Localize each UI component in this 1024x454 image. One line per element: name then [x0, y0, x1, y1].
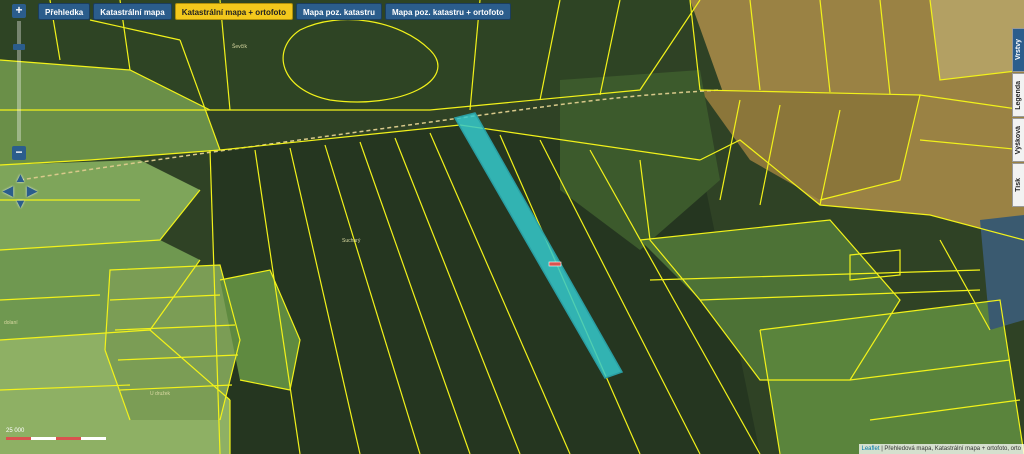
- scale-bar-segments: [6, 437, 106, 440]
- place-label: Sucharý: [342, 238, 361, 244]
- tab-tisk-label: Tisk: [1015, 178, 1022, 192]
- place-label: Ševčík: [232, 44, 248, 50]
- tab-katastralni-mapa[interactable]: Katastrální mapa: [93, 3, 172, 20]
- map-attribution: Leaflet | Přehledová mapa, Katastrální m…: [858, 444, 1024, 454]
- scale-label: 25 000: [6, 428, 25, 434]
- zoom-slider-track[interactable]: [17, 21, 21, 141]
- zoom-control: + −: [12, 4, 26, 160]
- tab-vrstvy-label: Vrstvy: [1015, 39, 1022, 61]
- pan-down-icon[interactable]: ▼: [14, 197, 27, 210]
- tab-vyskova[interactable]: Výšková: [1012, 118, 1024, 162]
- attribution-text: | Přehledová mapa, Katastrální mapa + or…: [881, 446, 1021, 452]
- zoom-out-button[interactable]: −: [12, 146, 26, 160]
- zoom-slider-handle[interactable]: [13, 44, 25, 50]
- side-panel-tabs: Vrstvy Legenda Výšková Tisk: [1012, 28, 1024, 208]
- parcel-number-tag: [548, 261, 562, 267]
- scale-bar: 25 000: [6, 428, 106, 444]
- farmland-area: [930, 0, 1024, 80]
- tab-mapa-poz-katastru[interactable]: Mapa poz. katastru: [295, 3, 382, 20]
- field-area: [105, 265, 240, 420]
- tab-tisk[interactable]: Tisk: [1012, 163, 1024, 207]
- place-label: U družek: [150, 391, 171, 397]
- tab-vrstvy[interactable]: Vrstvy: [1012, 28, 1024, 72]
- tab-legenda-label: Legenda: [1015, 80, 1022, 110]
- map-layer-tabs: Přehledka Katastrální mapa Katastrální m…: [38, 3, 511, 20]
- tab-legenda[interactable]: Legenda: [1012, 73, 1024, 117]
- pan-control: ▲ ◀ ▶ ▼: [0, 171, 40, 212]
- pan-up-icon[interactable]: ▲: [14, 171, 27, 184]
- leaflet-link[interactable]: Leaflet: [862, 446, 880, 452]
- tab-katastralni-mapa-ortofoto[interactable]: Katastrální mapa + ortofoto: [174, 3, 293, 20]
- tab-vyskova-label: Výšková: [1015, 125, 1022, 155]
- pan-left-icon[interactable]: ◀: [2, 184, 14, 197]
- place-label: dolaní: [4, 320, 18, 326]
- zoom-in-button[interactable]: +: [12, 4, 26, 18]
- tab-prehledka[interactable]: Přehledka: [38, 3, 91, 20]
- map-canvas[interactable]: [0, 0, 1024, 454]
- tab-mapa-poz-katastru-ortofoto[interactable]: Mapa poz. katastru + ortofoto: [384, 3, 511, 20]
- pan-right-icon[interactable]: ▶: [26, 184, 38, 197]
